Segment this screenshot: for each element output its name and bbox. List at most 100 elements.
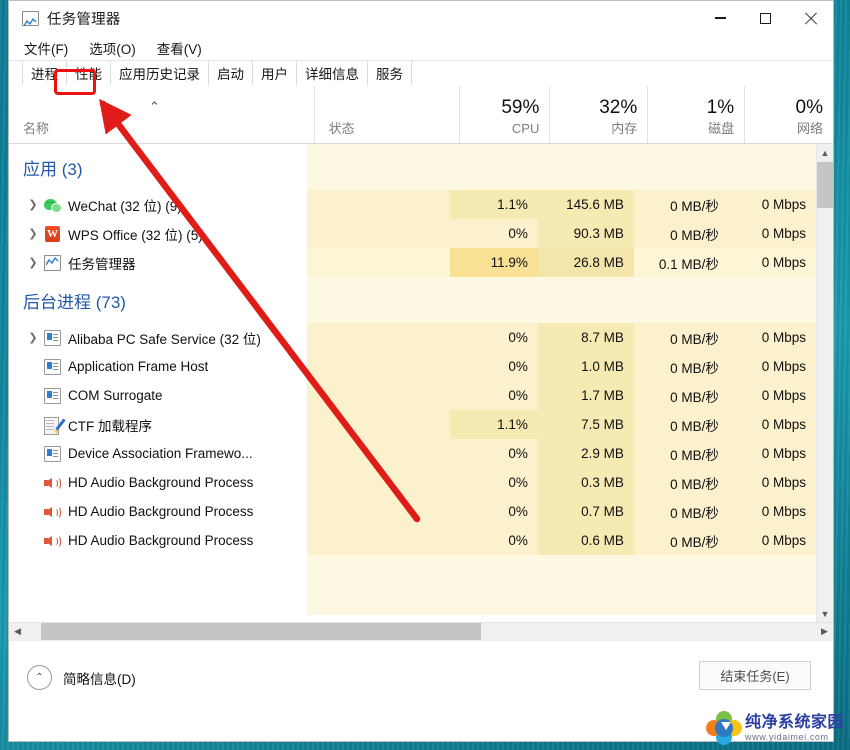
table-row[interactable]: ❯ HD Audio Background Process 0%0.6 MB0 MB… bbox=[9, 526, 816, 555]
tab-users[interactable]: 用户 bbox=[253, 61, 297, 86]
process-cpu-cell: 0% bbox=[449, 352, 538, 381]
process-name-label: Alibaba PC Safe Service (32 位) bbox=[68, 331, 261, 347]
menu-options[interactable]: 选项(O) bbox=[87, 37, 138, 59]
task-manager-icon bbox=[44, 254, 61, 271]
process-cpu-cell: 0% bbox=[449, 381, 538, 410]
scroll-left-icon[interactable]: ◀ bbox=[9, 623, 26, 640]
table-row[interactable]: ❯ HD Audio Background Process 0%0.3 MB0 MB… bbox=[9, 468, 816, 497]
expand-chevron-placeholder: ❯ bbox=[25, 447, 41, 460]
tab-app-history[interactable]: 应用历史记录 bbox=[111, 61, 209, 86]
process-cpu-cell: 1.1% bbox=[449, 410, 538, 439]
process-group-header[interactable]: 应用 (3) bbox=[9, 144, 816, 190]
maximize-button[interactable] bbox=[743, 1, 788, 35]
vertical-scroll-thumb[interactable] bbox=[817, 162, 833, 208]
process-disk-cell: 0 MB/秒 bbox=[633, 439, 729, 468]
process-network-cell: 0 Mbps bbox=[728, 526, 816, 555]
table-row[interactable]: ❯ Application Frame Host 0%1.0 MB0 MB/秒0 M… bbox=[9, 352, 816, 381]
process-cpu-cell: 0% bbox=[449, 323, 538, 352]
process-network-cell: 0 Mbps bbox=[728, 248, 816, 277]
process-row-list: 应用 (3) ❯ WeChat (32 位) (9) 1.1% 145.6 MB 0 MB… bbox=[9, 144, 816, 622]
table-row[interactable]: ❯ 任务管理器 11.9% 26.8 MB 0.1 MB/秒 0 Mbps bbox=[9, 248, 816, 277]
process-name-label: WeChat (32 位) (9) bbox=[68, 198, 182, 214]
column-header-network[interactable]: 0% 网络 bbox=[744, 86, 833, 143]
expand-chevron-placeholder: ❯ bbox=[25, 505, 41, 518]
window-icon bbox=[44, 387, 61, 404]
table-row[interactable]: ❯ WeChat (32 位) (9) 1.1% 145.6 MB 0 MB/秒 0 Mb… bbox=[9, 190, 816, 219]
filler-cpu-cell bbox=[449, 555, 538, 615]
column-header-disk[interactable]: 1% 磁盘 bbox=[647, 86, 744, 143]
cpu-total-value: 59% bbox=[501, 97, 540, 118]
process-network-cell: 0 Mbps bbox=[728, 323, 816, 352]
expand-chevron-icon[interactable]: ❯ bbox=[25, 256, 41, 269]
column-name-label: 名称 bbox=[23, 121, 50, 136]
title-bar: 任务管理器 bbox=[9, 1, 833, 35]
process-group-header[interactable]: 后台进程 (73) bbox=[9, 277, 816, 323]
expand-chevron-placeholder: ❯ bbox=[25, 360, 41, 373]
wechat-icon bbox=[44, 197, 62, 213]
horizontal-scroll-thumb[interactable] bbox=[41, 623, 481, 640]
menu-file[interactable]: 文件(F) bbox=[22, 37, 70, 59]
process-name-cell: ❯ Alibaba PC Safe Service (32 位) bbox=[9, 323, 307, 352]
minimize-button[interactable] bbox=[698, 1, 743, 35]
process-memory-cell: 90.3 MB bbox=[537, 219, 634, 248]
column-header-memory[interactable]: 32% 内存 bbox=[549, 86, 647, 143]
process-network-cell: 0 Mbps bbox=[728, 468, 816, 497]
process-status-cell bbox=[306, 219, 450, 248]
tab-performance[interactable]: 性能 bbox=[67, 61, 111, 86]
table-row[interactable]: ❯ Alibaba PC Safe Service (32 位) 0% 8.7 MB 0… bbox=[9, 323, 816, 352]
process-name-label: Application Frame Host bbox=[68, 359, 209, 374]
process-network-cell: 0 Mbps bbox=[728, 410, 816, 439]
process-memory-cell: 1.7 MB bbox=[537, 381, 634, 410]
tab-services[interactable]: 服务 bbox=[368, 61, 412, 86]
expand-chevron-icon[interactable]: ❯ bbox=[25, 331, 41, 344]
expand-chevron-placeholder: ❯ bbox=[25, 389, 41, 402]
vertical-scrollbar[interactable]: ▲ ▼ bbox=[816, 144, 833, 622]
window-icon bbox=[44, 445, 61, 462]
column-status-value bbox=[315, 97, 460, 119]
table-row[interactable]: ❯Device Association Framewo...0%2.9 MB0 … bbox=[9, 439, 816, 468]
tab-details[interactable]: 详细信息 bbox=[297, 61, 368, 86]
horizontal-scroll-track[interactable] bbox=[26, 623, 816, 640]
task-manager-chart-icon bbox=[22, 10, 39, 26]
menu-view[interactable]: 查看(V) bbox=[155, 37, 204, 59]
process-disk-cell: 0 MB/秒 bbox=[633, 410, 729, 439]
process-cpu-cell: 0% bbox=[449, 219, 538, 248]
process-status-cell bbox=[306, 352, 450, 381]
column-header-cpu[interactable]: 59% CPU bbox=[459, 86, 549, 143]
process-name-label: Device Association Framewo... bbox=[68, 446, 253, 461]
column-header-status[interactable]: 状态 bbox=[313, 86, 460, 143]
process-disk-cell: 0 MB/秒 bbox=[633, 468, 729, 497]
group-disk-cell bbox=[633, 277, 729, 323]
scroll-down-icon[interactable]: ▼ bbox=[817, 605, 833, 622]
table-row[interactable]: ❯ HD Audio Background Process 0%0.7 MB0 MB… bbox=[9, 497, 816, 526]
ctf-loader-icon bbox=[44, 416, 66, 435]
expand-chevron-icon[interactable]: ❯ bbox=[25, 198, 41, 211]
column-header-name[interactable]: ⌃ 名称 bbox=[9, 86, 314, 143]
table-row[interactable]: ❯ W WPS Office (32 位) (5) 0% 90.3 MB 0 MB/秒 0 … bbox=[9, 219, 816, 248]
window-controls bbox=[698, 1, 833, 35]
process-memory-cell: 0.6 MB bbox=[537, 526, 634, 555]
process-name-cell: ❯ CTF 加载程序 bbox=[9, 410, 307, 439]
tab-startup[interactable]: 启动 bbox=[209, 61, 253, 86]
filler-disk-cell bbox=[633, 555, 729, 615]
process-name-cell: ❯ W WPS Office (32 位) (5) bbox=[9, 219, 307, 248]
close-button[interactable] bbox=[788, 1, 833, 35]
table-row[interactable]: ❯ CTF 加载程序 1.1%7.5 MB0 MB/秒0 Mbps bbox=[9, 410, 816, 439]
process-name-cell: ❯ COM Surrogate bbox=[9, 381, 307, 410]
process-disk-cell: 0 MB/秒 bbox=[633, 190, 729, 219]
speaker-icon bbox=[44, 504, 61, 520]
process-memory-cell: 2.9 MB bbox=[537, 439, 634, 468]
group-cpu-cell bbox=[449, 277, 538, 323]
horizontal-scrollbar[interactable]: ◀ ▶ bbox=[9, 622, 833, 640]
process-memory-cell: 26.8 MB bbox=[537, 248, 634, 277]
tab-processes[interactable]: 进程 bbox=[22, 61, 67, 86]
end-task-button[interactable]: 结束任务(E) bbox=[699, 661, 811, 690]
table-row[interactable]: ❯ COM Surrogate 0%1.7 MB0 MB/秒0 Mbps bbox=[9, 381, 816, 410]
scroll-up-icon[interactable]: ▲ bbox=[817, 144, 833, 161]
scroll-right-icon[interactable]: ▶ bbox=[816, 623, 833, 640]
process-memory-cell: 0.7 MB bbox=[537, 497, 634, 526]
fewer-details-button[interactable]: ⌃ 简略信息(D) bbox=[27, 665, 136, 690]
process-cpu-cell: 11.9% bbox=[449, 248, 538, 277]
expand-chevron-icon[interactable]: ❯ bbox=[25, 227, 41, 240]
group-cpu-cell bbox=[449, 144, 538, 190]
